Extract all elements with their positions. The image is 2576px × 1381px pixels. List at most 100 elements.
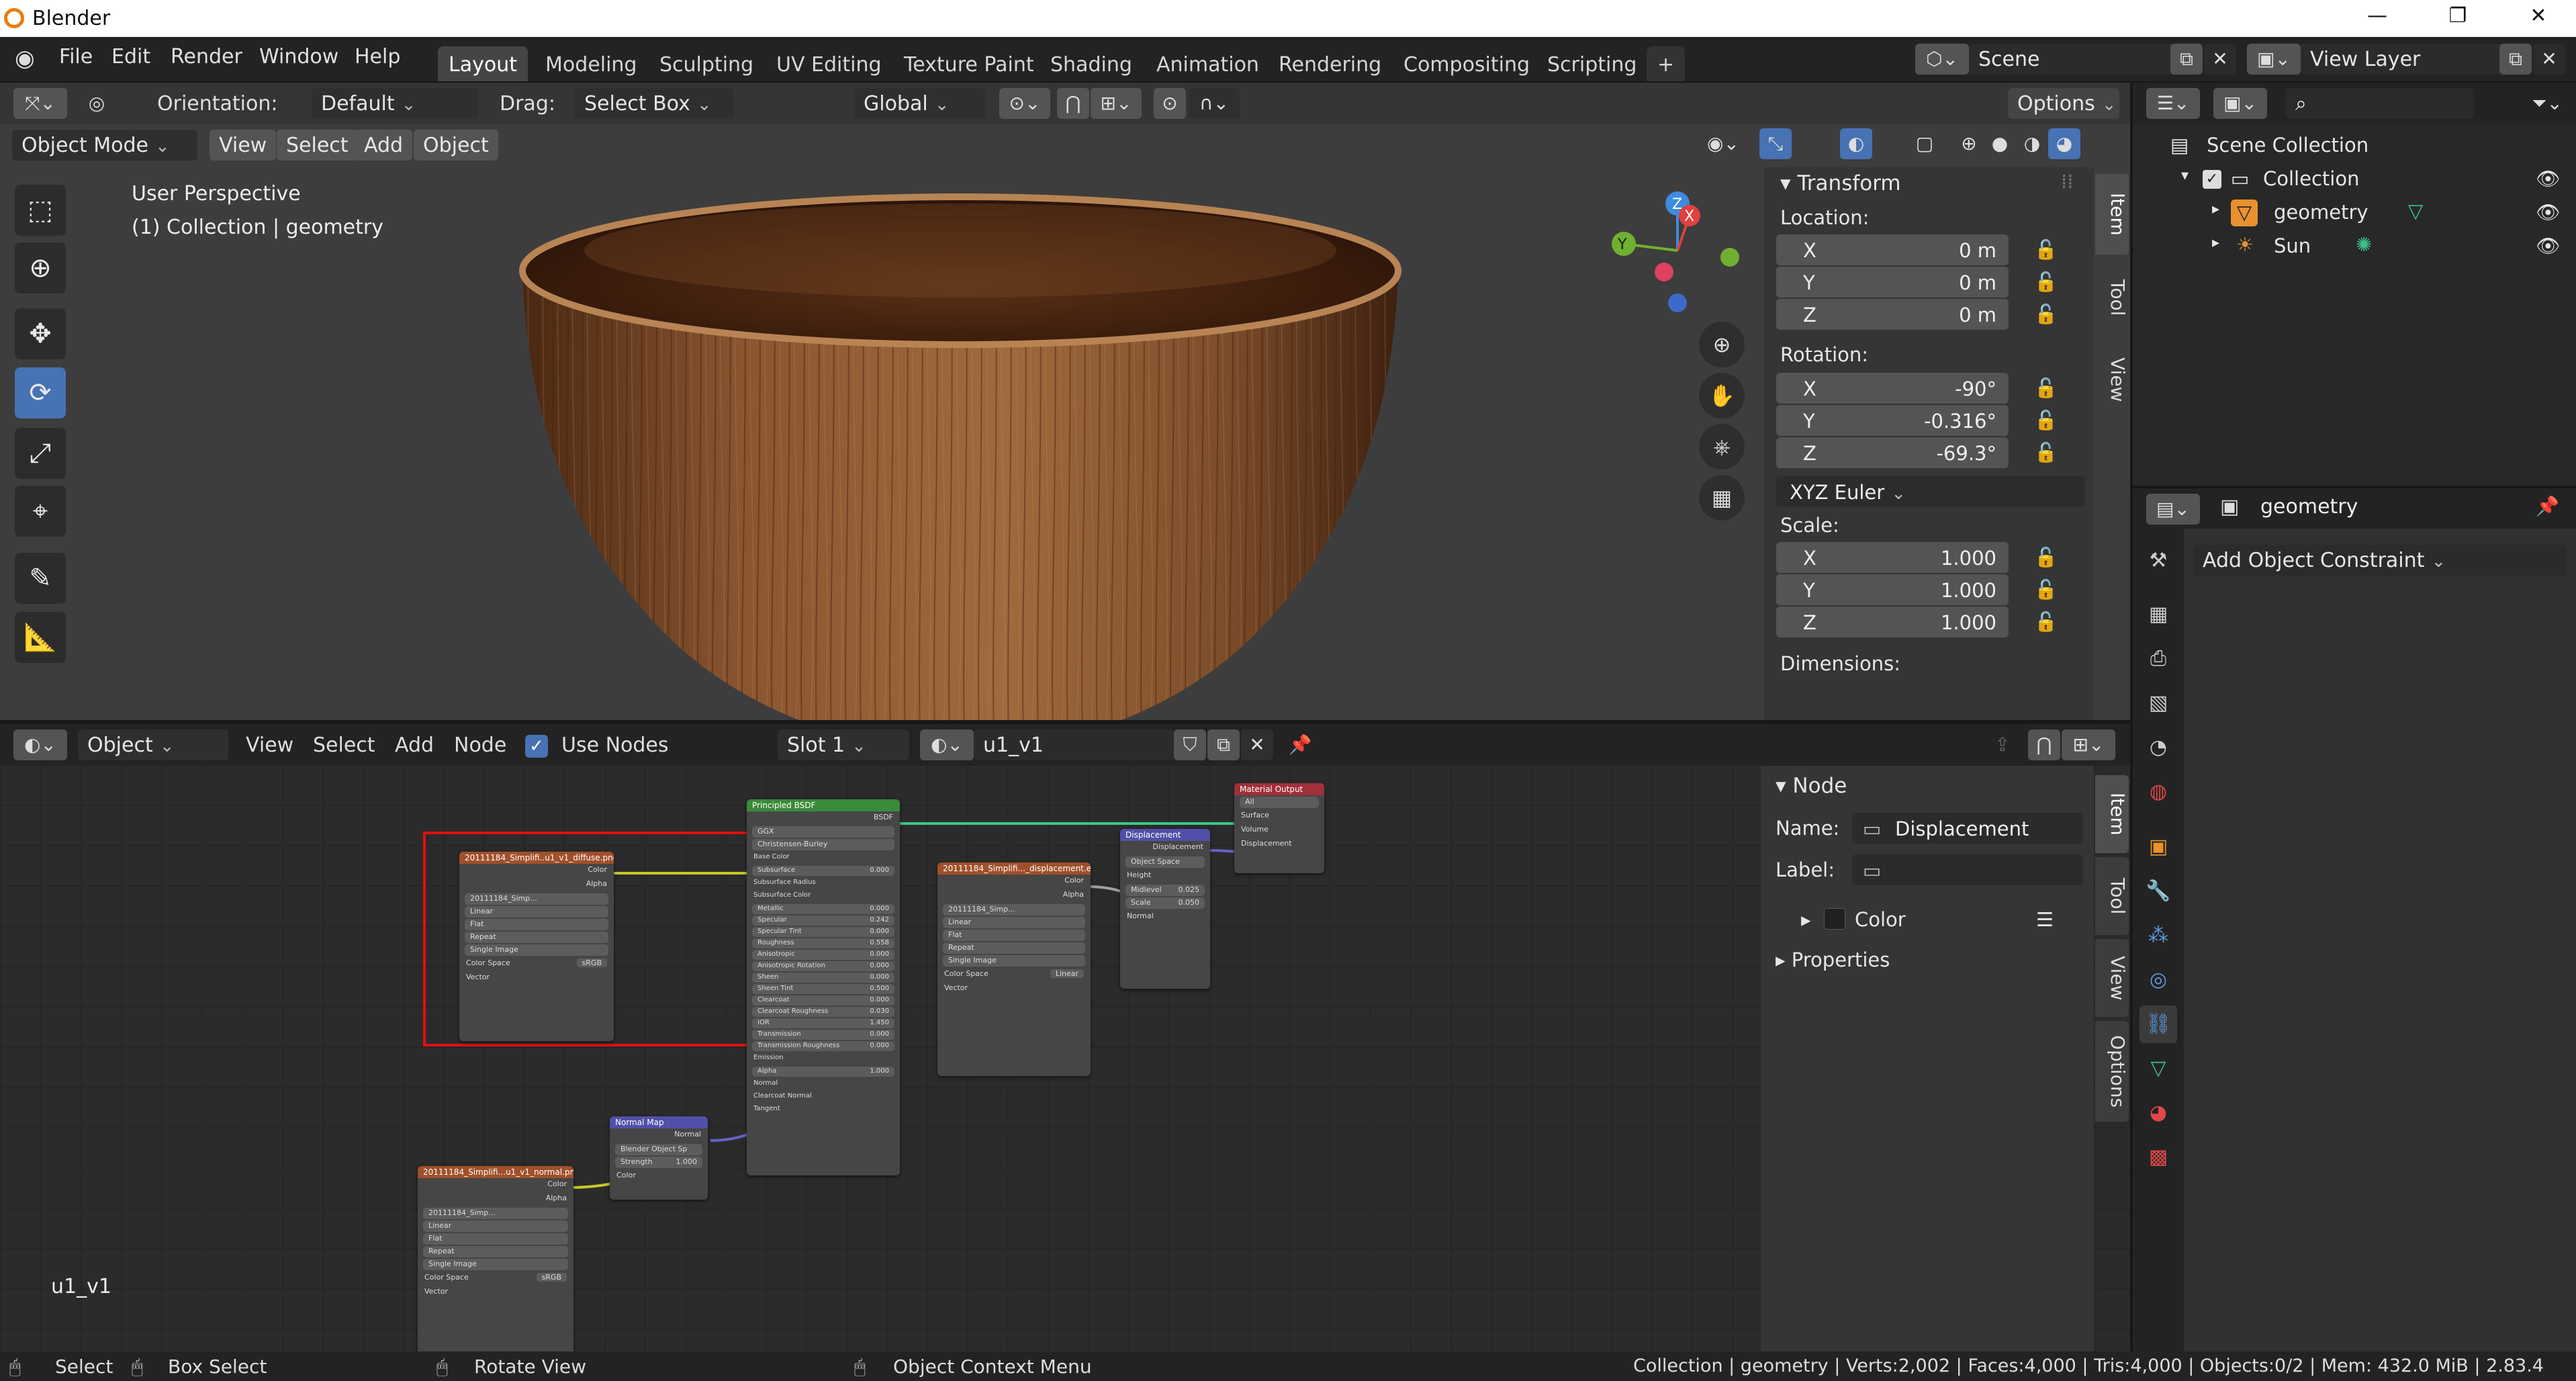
lock-icon[interactable]: 🔓	[2034, 409, 2058, 431]
tab-scripting[interactable]: Scripting	[1536, 46, 1647, 83]
lock-icon[interactable]: 🔓	[2034, 578, 2058, 600]
cursor-icon[interactable]: ⊕	[15, 242, 66, 294]
tab-animation[interactable]: Animation	[1146, 46, 1270, 83]
options-dropdown[interactable]: Options	[2008, 88, 2119, 119]
tool-settings-icon[interactable]: ◎	[81, 88, 113, 119]
bsdf-input-row[interactable]: Specular 0.242	[752, 916, 894, 926]
rotation-y-field[interactable]: Y -0.316°	[1776, 405, 2009, 436]
socket-alpha[interactable]: Alpha	[459, 878, 614, 892]
bsdf-input-row[interactable]: Clearcoat Roughness 0.030	[752, 1007, 894, 1017]
tab-item[interactable]: Item	[2095, 775, 2129, 853]
color-subpanel-toggle[interactable]: ▸	[1801, 908, 1811, 931]
transform-section-header[interactable]: ▾ Transform	[1780, 171, 1901, 195]
rotation-mode-dropdown[interactable]: XYZ Euler	[1776, 476, 2085, 507]
bsdf-input-row[interactable]: Subsurface Color	[747, 890, 900, 903]
zoom-icon[interactable]: ⊕	[1699, 322, 1745, 367]
socket-color[interactable]: Color	[418, 1178, 573, 1192]
location-x-field[interactable]: X 0 m	[1776, 234, 2009, 265]
menu-window[interactable]: Window	[259, 45, 338, 69]
bsdf-input-row[interactable]: Transmission 0.000	[752, 1030, 894, 1040]
add-object-constraint-dropdown[interactable]: Add Object Constraint	[2193, 545, 2567, 576]
measure-icon[interactable]: 📐	[15, 612, 66, 663]
menu-select[interactable]: Select	[277, 130, 358, 161]
projection-dropdown[interactable]: Flat	[465, 919, 608, 930]
falloff-icon[interactable]: ∩⌄	[1189, 88, 1240, 119]
outliner-search-input[interactable]: ⌕	[2286, 88, 2474, 119]
node-section-header[interactable]: ▾ Node	[1776, 774, 1847, 798]
tool-tab-icon[interactable]: ⚒	[2140, 542, 2177, 580]
constraints-tab-icon[interactable]: ⛓	[2140, 1006, 2177, 1043]
strength-field[interactable]: Strength 1.000	[615, 1157, 702, 1168]
delete-scene-icon[interactable]: ✕	[2204, 44, 2236, 75]
bsdf-input-row[interactable]: Tangent	[747, 1104, 900, 1116]
overlay-toggle-icon[interactable]: ◐	[1840, 128, 1872, 159]
view-layer-browse-icon[interactable]: ▣⌄	[2247, 44, 2301, 75]
midlevel-field[interactable]: Midlevel 0.025	[1125, 885, 1205, 896]
wireframe-shading-icon[interactable]: ⊕	[1953, 128, 1985, 159]
socket-height[interactable]: Height	[1120, 869, 1210, 883]
image-selector[interactable]: 20111184_Simp...	[943, 904, 1085, 916]
lock-icon[interactable]: 🔓	[2034, 441, 2058, 463]
distribution-dropdown[interactable]: GGX	[752, 826, 894, 838]
normal-map-node[interactable]: Normal Map Normal Blender Object Sp Stre…	[610, 1116, 708, 1200]
rotate-icon[interactable]: ⟳	[15, 367, 66, 418]
tab-texture-paint[interactable]: Texture Paint	[893, 46, 1045, 83]
material-output-node[interactable]: Material Output All Surface Volume Displ…	[1234, 783, 1324, 873]
view-layer-tab-icon[interactable]: ▧	[2140, 684, 2177, 722]
camera-view-icon[interactable]: ⎈	[1699, 424, 1745, 470]
outliner-row-sun[interactable]: ▸ ☀ Sun ✺ 👁	[2133, 229, 2576, 263]
minimize-button[interactable]: —	[2357, 4, 2397, 28]
select-box-icon[interactable]: ⬚	[15, 185, 66, 236]
bowl-model[interactable]	[490, 150, 1430, 721]
bsdf-input-row[interactable]: Roughness 0.558	[752, 938, 894, 948]
gizmo-toggle-icon[interactable]: ⤡	[1759, 128, 1792, 159]
socket-surface[interactable]: Surface	[1234, 809, 1324, 823]
space-dropdown[interactable]: Blender Object Sp	[615, 1144, 702, 1155]
parent-node-tree-icon[interactable]: ⇪	[1986, 729, 2019, 760]
pin-icon[interactable]: 📌	[2536, 495, 2559, 517]
menu-render[interactable]: Render	[171, 45, 242, 69]
rotation-x-field[interactable]: X -90°	[1776, 373, 2009, 404]
lock-icon[interactable]: 🔓	[2034, 271, 2058, 293]
render-tab-icon[interactable]: ▦	[2140, 596, 2177, 633]
bsdf-input-row[interactable]: Subsurface Radius	[747, 877, 900, 890]
eye-icon[interactable]: 👁	[2536, 167, 2561, 191]
delete-view-layer-icon[interactable]: ✕	[2533, 44, 2565, 75]
snap-target-icon[interactable]: ⊞⌄	[1091, 88, 1142, 119]
lock-icon[interactable]: 🔓	[2034, 611, 2058, 633]
scale-z-field[interactable]: Z 1.000	[1776, 607, 2009, 637]
visibility-icon[interactable]: ◉⌄	[1698, 128, 1749, 159]
physics-tab-icon[interactable]: ◎	[2140, 961, 2177, 999]
properties-subpanel[interactable]: ▸ Properties	[1776, 948, 1890, 971]
shader-node-editor[interactable]: ◐⌄ Object View Select Add Node ✓ Use Nod…	[0, 724, 2130, 1358]
location-z-field[interactable]: Z 0 m	[1776, 299, 2009, 330]
bsdf-input-row[interactable]: Alpha 1.000	[752, 1067, 894, 1077]
close-button[interactable]: ✕	[2518, 4, 2559, 28]
particles-tab-icon[interactable]: ⁂	[2140, 917, 2177, 954]
tab-sculpting[interactable]: Sculpting	[649, 46, 764, 83]
light-data-icon[interactable]: ✺	[2356, 233, 2372, 256]
color-space-row[interactable]: Color Space Linear	[937, 968, 1091, 982]
mesh-data-icon[interactable]: ▽	[2408, 199, 2423, 222]
mode-dropdown[interactable]: Object Mode	[12, 130, 197, 161]
target-dropdown[interactable]: All	[1240, 797, 1319, 808]
menu-file[interactable]: File	[59, 45, 93, 69]
lock-icon[interactable]: 🔓	[2034, 238, 2058, 261]
color-space-row[interactable]: Color Space sRGB	[459, 957, 614, 971]
menu-help[interactable]: Help	[355, 45, 400, 69]
pan-hand-icon[interactable]: ✋	[1699, 373, 1745, 418]
socket-volume[interactable]: Volume	[1234, 823, 1324, 838]
bsdf-input-row[interactable]: Base Color	[747, 852, 900, 864]
tab-view[interactable]: View	[2095, 341, 2129, 418]
bsdf-input-row[interactable]: Clearcoat Normal	[747, 1091, 900, 1104]
material-tab-icon[interactable]: ◕	[2140, 1094, 2177, 1132]
lock-icon[interactable]: 🔓	[2034, 546, 2058, 568]
bsdf-input-row[interactable]: Normal	[747, 1078, 900, 1091]
bsdf-input-row[interactable]: Transmission Roughness 0.000	[752, 1041, 894, 1051]
lock-icon[interactable]: 🔓	[2034, 377, 2058, 399]
socket-bsdf[interactable]: BSDF	[747, 811, 900, 825]
diffuse-texture-node[interactable]: 20111184_Simplifi..u1_v1_diffuse.png Col…	[459, 852, 614, 1041]
rendered-shading-icon[interactable]: ◕	[2048, 128, 2080, 159]
tab-modeling[interactable]: Modeling	[535, 46, 647, 83]
socket-normal[interactable]: Normal	[1120, 910, 1210, 924]
